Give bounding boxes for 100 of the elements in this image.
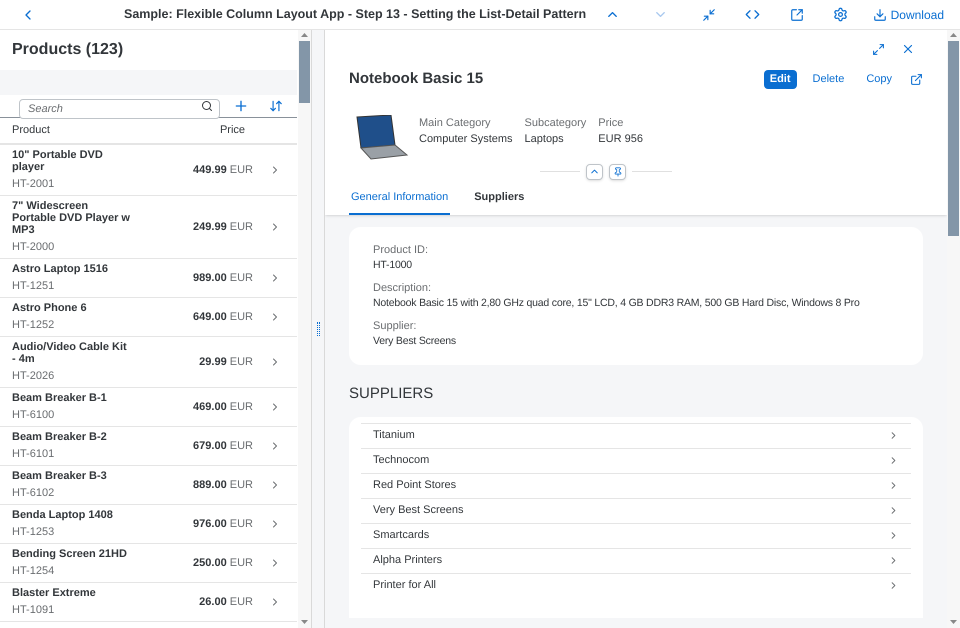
supplier-row[interactable]: Technocom <box>361 448 911 472</box>
search-field[interactable]: Search <box>19 99 220 119</box>
product-id: HT-1254 <box>12 565 56 578</box>
supplier-name: Alpha Printers <box>373 553 442 568</box>
supplier-name: Very Best Screens <box>373 503 464 518</box>
product-price: 976.00 EUR <box>193 516 253 532</box>
action-button[interactable]: Delete <box>806 70 850 89</box>
scrollbar-thumb[interactable] <box>948 41 959 236</box>
product-row[interactable]: Astro Laptop 1516 HT-1251 989.00 EUR <box>0 259 297 298</box>
product-row[interactable]: 7" Widescreen Portable DVD Player w MP3 HT-2000 249.99 EUR <box>0 196 297 259</box>
pin-header-button[interactable] <box>609 164 626 180</box>
field-label: Supplier: <box>373 319 418 334</box>
window-title: Sample: Flexible Column Layout App - Step 13 - Setting the List-Detail Pattern <box>124 6 586 24</box>
settings-icon <box>833 7 848 22</box>
product-row[interactable]: Blaster Extreme HT-1091 26.00 EUR <box>0 583 297 622</box>
product-id: HT-1253 <box>12 526 56 539</box>
product-price: 26.00 EUR <box>199 594 253 610</box>
column-header: Product <box>12 123 51 138</box>
product-id: HT-2000 <box>12 241 56 254</box>
share-button[interactable] <box>910 72 923 86</box>
product-row[interactable]: Beam Breaker B-3 HT-6102 889.00 EUR <box>0 466 297 505</box>
close-button[interactable] <box>901 42 915 56</box>
product-name: Astro Laptop 1516 <box>12 263 109 275</box>
supplier-name: Titanium <box>373 428 415 444</box>
supplier-row[interactable]: Printer for All <box>361 572 911 598</box>
splitter-handle[interactable] <box>316 322 320 336</box>
field-label: Product ID: <box>373 243 430 258</box>
collapse-header-button[interactable] <box>586 164 603 180</box>
scrollbar-thumb[interactable] <box>299 41 310 103</box>
supplier-row[interactable]: Red Point Stores <box>361 472 911 498</box>
field-value: Notebook Basic 15 with 2,80 GHz quad core, 15" LCD, 4 GB DDR3 RAM, 500 GB Hard Disc, Windows 8 Pro <box>373 296 861 311</box>
product-row[interactable]: Beam Breaker B-1 HT-6100 469.00 EUR <box>0 388 297 427</box>
product-name: Astro Phone 6 <box>12 302 88 314</box>
download-icon <box>872 8 887 22</box>
scroll-down-arrow-icon[interactable] <box>950 620 957 624</box>
product-price: 889.00 EUR <box>193 478 253 493</box>
product-row[interactable]: 10" Portable DVD player HT-2001 449.99 EUR <box>0 145 297 196</box>
product-price: 449.99 EUR <box>193 162 253 178</box>
scroll-up-arrow-icon[interactable] <box>301 33 308 37</box>
product-name: Audio/Video Cable Kit - 4m <box>12 341 128 365</box>
supplier-row[interactable]: Alpha Printers <box>361 548 911 572</box>
supplier-row[interactable]: Very Best Screens <box>361 498 911 522</box>
product-id: HT-6101 <box>12 448 56 461</box>
close-icon <box>901 42 915 56</box>
product-price: 649.00 EUR <box>193 310 253 325</box>
action-button[interactable]: Copy <box>860 70 898 89</box>
scroll-down-arrow-icon[interactable] <box>301 620 308 624</box>
header-value: Laptops <box>524 132 565 146</box>
header-label: Subcategory <box>524 116 586 130</box>
product-name: 7" Widescreen Portable DVD Player w MP3 <box>12 200 130 236</box>
field-value: Very Best Screens <box>373 334 457 349</box>
product-price: 29.99 EUR <box>199 354 253 370</box>
product-name: Benda Laptop 1408 <box>12 509 114 521</box>
header-label: Main Category <box>419 116 492 130</box>
plus-icon <box>232 98 249 114</box>
shrink-arrows-icon <box>702 8 716 22</box>
product-price: 989.00 EUR <box>193 270 253 286</box>
expand-arrows-icon <box>872 42 885 56</box>
pin-icon <box>612 166 622 176</box>
product-id: HT-1251 <box>12 280 56 293</box>
product-row[interactable]: Beam Breaker B-2 HT-6101 679.00 EUR <box>0 427 297 466</box>
object-title: Notebook Basic 15 <box>349 69 484 89</box>
tab[interactable]: General Information <box>349 184 450 215</box>
supplier-name: Printer for All <box>373 578 436 594</box>
header-value: Computer Systems <box>419 132 513 146</box>
product-price: 249.99 EUR <box>193 220 253 235</box>
product-id: HT-2001 <box>12 178 56 191</box>
product-id: HT-1252 <box>12 319 56 332</box>
tab[interactable]: Suppliers <box>472 184 526 215</box>
product-name: Blaster Extreme <box>12 587 97 599</box>
supplier-row[interactable]: Smartcards <box>361 522 911 548</box>
code-icon <box>745 7 760 22</box>
product-row[interactable]: Benda Laptop 1408 HT-1253 976.00 EUR <box>0 505 297 544</box>
fullscreen-button[interactable] <box>872 42 885 56</box>
search-icon <box>200 100 213 112</box>
header-label: Price <box>598 116 624 130</box>
product-row[interactable]: Audio/Video Cable Kit - 4m HT-2026 29.99 EUR <box>0 337 297 388</box>
column-header: Price <box>220 123 245 138</box>
product-row[interactable]: Astro Phone 6 HT-1252 649.00 EUR <box>0 298 297 337</box>
product-row[interactable]: Bending Screen 21HD HT-1254 250.00 EUR <box>0 544 297 583</box>
product-id: HT-6100 <box>12 409 56 422</box>
field-label: Description: <box>373 281 432 296</box>
product-price: 469.00 EUR <box>193 400 253 415</box>
product-name: Beam Breaker B-3 <box>12 470 108 482</box>
download-button[interactable]: Download <box>872 6 944 24</box>
product-name: Bending Screen 21HD <box>12 548 128 560</box>
scroll-up-arrow-icon[interactable] <box>950 33 957 37</box>
product-price: 679.00 EUR <box>193 438 253 454</box>
product-id: HT-2026 <box>12 370 56 383</box>
header-value: EUR 956 <box>598 132 643 146</box>
supplier-name: Smartcards <box>373 528 430 544</box>
product-name: Beam Breaker B-1 <box>12 392 108 404</box>
action-button[interactable]: Edit <box>764 70 797 89</box>
product-id: HT-1091 <box>12 604 56 617</box>
product-name: Beam Breaker B-2 <box>12 431 108 443</box>
supplier-row[interactable]: Titanium <box>361 422 911 448</box>
sort-arrows-icon <box>268 99 283 113</box>
product-name: 10" Portable DVD player <box>12 149 104 173</box>
list-title: Products (123) <box>12 40 124 60</box>
field-value: HT-1000 <box>373 258 413 273</box>
